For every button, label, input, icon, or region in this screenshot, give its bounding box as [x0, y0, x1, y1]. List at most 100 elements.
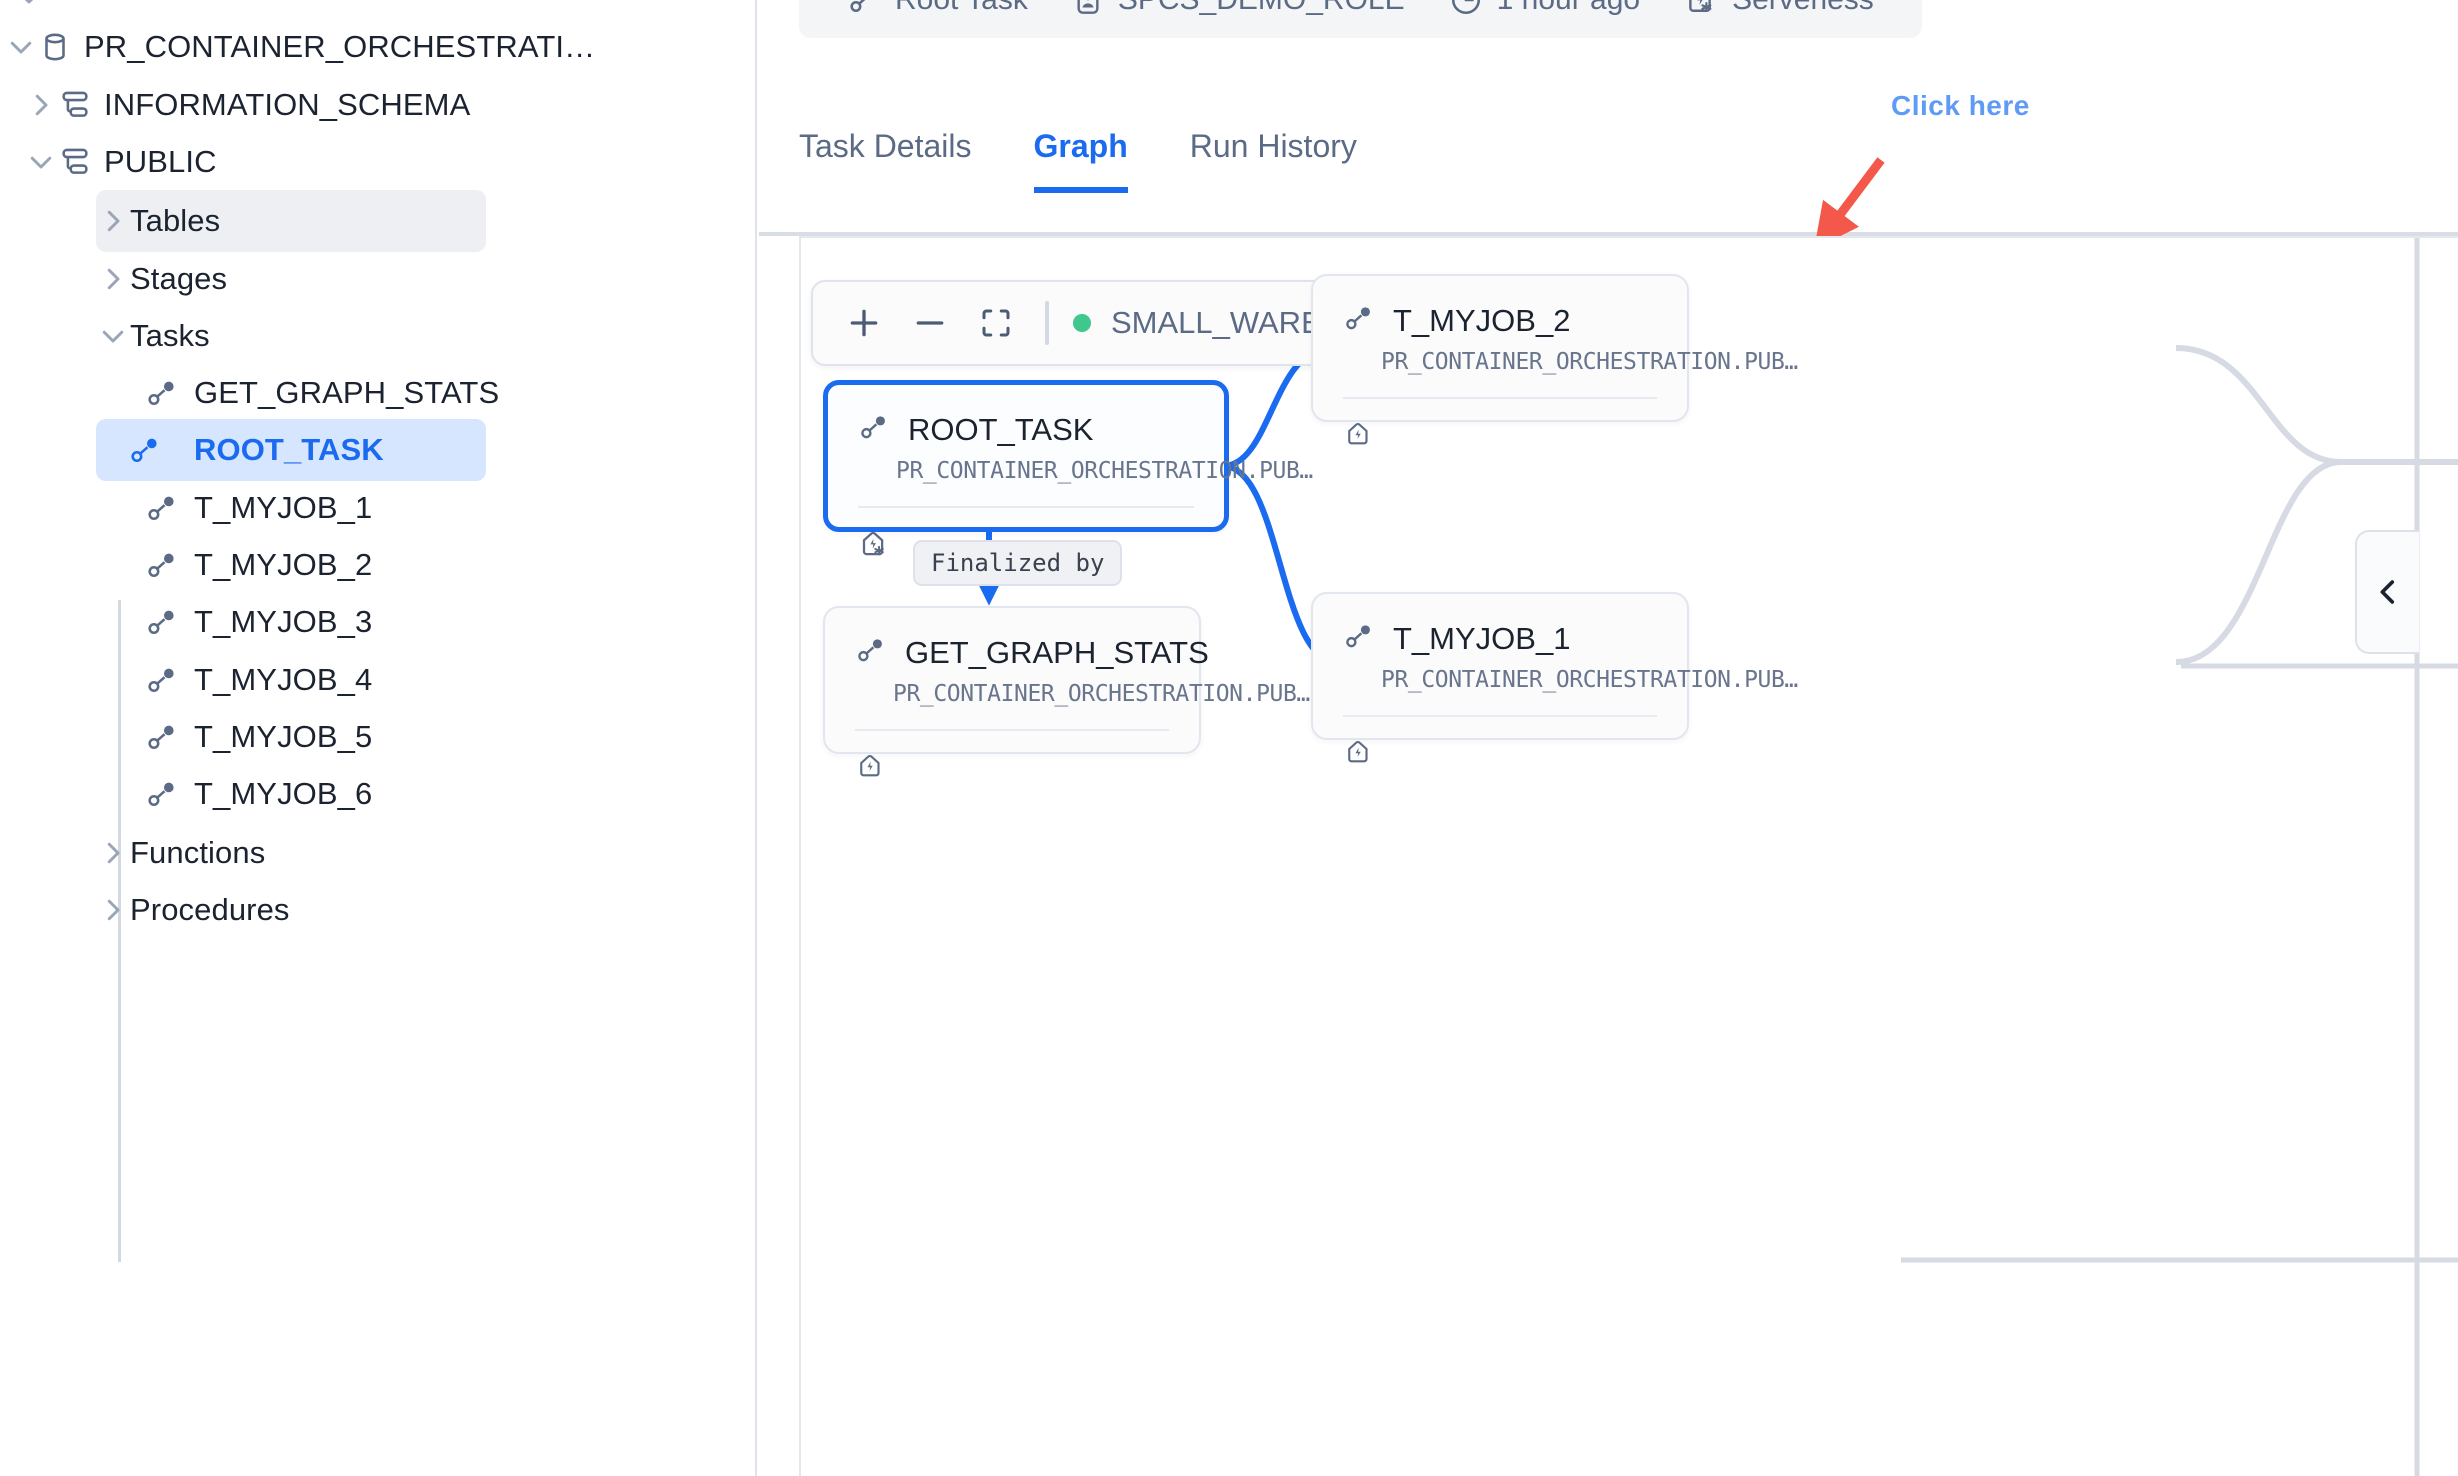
- graph-edge-muted-down: [2176, 462, 2341, 662]
- graph-node-t-myjob-2[interactable]: T_MYJOB_2 PR_CONTAINER_ORCHESTRATION.PUB…: [1311, 274, 1689, 422]
- sidebar-item-t-myjob-2[interactable]: T_MYJOB_2: [130, 534, 550, 596]
- fit-screen-button[interactable]: [963, 290, 1029, 356]
- sidebar-item-label: Functions: [130, 835, 265, 871]
- meta-role: SPCS_DEMO_ROLE: [1050, 0, 1427, 17]
- graph-node-header: GET_GRAPH_STATS: [825, 608, 1199, 671]
- graph-node-header: T_MYJOB_1: [1313, 594, 1687, 657]
- warehouse-status-dot: [1073, 314, 1091, 332]
- meta-last-run: 1 hour ago: [1427, 0, 1662, 17]
- meta-label: Serverless: [1732, 0, 1874, 17]
- schema-icon: [58, 88, 104, 122]
- sidebar-item-t-myjob-3[interactable]: T_MYJOB_3: [130, 591, 550, 653]
- sidebar-item-tables[interactable]: Tables: [96, 190, 486, 252]
- zoom-in-button[interactable]: [831, 290, 897, 356]
- collapse-panel-button[interactable]: [2355, 530, 2419, 654]
- graph-node-subtitle: PR_CONTAINER_ORCHESTRATION.PUB…: [828, 448, 1224, 484]
- sidebar-item-label: T_MYJOB_3: [194, 604, 372, 640]
- database-icon: [38, 30, 84, 64]
- sidebar-item-label: PR_CONTAINER_ORCHESTRATI…: [84, 29, 595, 65]
- task-icon: [855, 634, 887, 671]
- tab-run-history[interactable]: Run History: [1190, 128, 1357, 193]
- task-icon: [130, 376, 194, 410]
- sidebar-item-tasks[interactable]: Tasks: [96, 305, 486, 367]
- toolbar-divider: [1045, 301, 1049, 345]
- chevron-left-icon: [2371, 575, 2405, 609]
- chevron-down-icon[interactable]: [96, 321, 130, 351]
- meta-label: 1 hour ago: [1497, 0, 1640, 17]
- task-icon: [130, 720, 194, 754]
- sidebar-item-t-myjob-1[interactable]: T_MYJOB_1: [130, 477, 550, 539]
- sidebar-item-public[interactable]: PUBLIC: [24, 131, 724, 193]
- chevron-down-icon[interactable]: [24, 147, 58, 177]
- chevron-down-icon: [14, 0, 44, 12]
- task-icon: [130, 777, 194, 811]
- chevron-right-icon[interactable]: [96, 895, 130, 925]
- sidebar-item-t-myjob-5[interactable]: T_MYJOB_5: [130, 706, 550, 768]
- graph-node-footer: [1313, 399, 1687, 476]
- graph-node-root-task[interactable]: ROOT_TASK PR_CONTAINER_ORCHESTRATION.PUB…: [823, 380, 1229, 532]
- sidebar-item-procedures[interactable]: Procedures: [96, 879, 486, 941]
- graph-node-footer: [1313, 717, 1687, 794]
- task-icon: [858, 411, 890, 448]
- annotation-arrow: [1827, 160, 1881, 232]
- graph-node-get-graph-stats[interactable]: GET_GRAPH_STATS PR_CONTAINER_ORCHESTRATI…: [823, 606, 1201, 754]
- sidebar-item-get-graph-stats[interactable]: GET_GRAPH_STATS: [130, 362, 550, 424]
- task-meta-bar: Root Task SPCS_DEMO_ROLE: [799, 0, 1922, 38]
- graph-edge-label-finalized-by: Finalized by: [913, 540, 1122, 586]
- tab-task-details[interactable]: Task Details: [799, 128, 972, 193]
- tree-row-partial: [14, 0, 44, 17]
- task-icon: [1343, 302, 1375, 339]
- serverless-icon: [1684, 0, 1718, 17]
- sidebar-item-root-task[interactable]: ROOT_TASK: [96, 419, 486, 481]
- sidebar-item-t-myjob-4[interactable]: T_MYJOB_4: [130, 649, 550, 711]
- graph-node-t-myjob-1[interactable]: T_MYJOB_1 PR_CONTAINER_ORCHESTRATION.PUB…: [1311, 592, 1689, 740]
- tab-bar: Task Details Graph Run History: [799, 128, 1419, 193]
- sidebar-item-label: T_MYJOB_1: [194, 490, 372, 526]
- tab-graph[interactable]: Graph: [1034, 128, 1128, 193]
- sidebar-item-database[interactable]: PR_CONTAINER_ORCHESTRATI…: [4, 16, 744, 78]
- graph-node-header: T_MYJOB_2: [1313, 276, 1687, 339]
- task-icon: [130, 548, 194, 582]
- chevron-down-icon[interactable]: [4, 32, 38, 62]
- chevron-right-icon[interactable]: [96, 206, 130, 236]
- chevron-right-icon[interactable]: [24, 90, 58, 120]
- sidebar-item-label: Stages: [130, 261, 227, 297]
- graph-node-subtitle: PR_CONTAINER_ORCHESTRATION.PUB…: [1313, 657, 1687, 693]
- sidebar-item-stages[interactable]: Stages: [96, 248, 486, 310]
- sidebar-item-label: ROOT_TASK: [194, 432, 384, 468]
- task-icon: [1343, 620, 1375, 657]
- meta-root-task: Root Task: [825, 0, 1050, 17]
- sidebar-item-functions[interactable]: Functions: [96, 822, 486, 884]
- chevron-right-icon[interactable]: [96, 264, 130, 294]
- sidebar-item-label: Tables: [130, 203, 220, 239]
- task-graph-canvas[interactable]: SMALL_WAREHOUSE: [799, 236, 2458, 1476]
- warehouse-icon: [1343, 419, 1373, 454]
- graph-node-title: GET_GRAPH_STATS: [905, 635, 1209, 671]
- warehouse-icon: [1343, 737, 1373, 772]
- sidebar-item-label: T_MYJOB_6: [194, 776, 372, 812]
- task-icon: [96, 433, 194, 467]
- graph-node-subtitle: PR_CONTAINER_ORCHESTRATION.PUB…: [1313, 339, 1687, 375]
- fit-screen-icon: [978, 305, 1014, 341]
- sidebar-item-information-schema[interactable]: INFORMATION_SCHEMA: [24, 74, 724, 136]
- user-badge-icon: [1072, 0, 1104, 16]
- zoom-out-button[interactable]: [897, 290, 963, 356]
- task-icon: [130, 491, 194, 525]
- sidebar-item-t-myjob-6[interactable]: T_MYJOB_6: [130, 763, 550, 825]
- task-icon: [847, 0, 881, 17]
- graph-node-header: ROOT_TASK: [828, 385, 1224, 448]
- graph-node-subtitle: PR_CONTAINER_ORCHESTRATION.PUB…: [825, 671, 1199, 707]
- clock-icon: [1449, 0, 1483, 17]
- task-graph-page: PR_CONTAINER_ORCHESTRATI… INFORMATION_SC…: [0, 0, 2458, 1476]
- graph-node-title: ROOT_TASK: [908, 412, 1093, 448]
- task-icon: [130, 663, 194, 697]
- object-explorer-sidebar: PR_CONTAINER_ORCHESTRATI… INFORMATION_SC…: [0, 0, 757, 1476]
- sidebar-item-label: T_MYJOB_2: [194, 547, 372, 583]
- sidebar-item-label: INFORMATION_SCHEMA: [104, 87, 470, 123]
- meta-compute: Serverless: [1662, 0, 1896, 17]
- chevron-right-icon[interactable]: [96, 838, 130, 868]
- annotation-click-here-label: Click here: [1891, 90, 2030, 122]
- graph-node-footer: [825, 731, 1199, 808]
- sidebar-item-label: Procedures: [130, 892, 290, 928]
- sidebar-item-label: T_MYJOB_4: [194, 662, 372, 698]
